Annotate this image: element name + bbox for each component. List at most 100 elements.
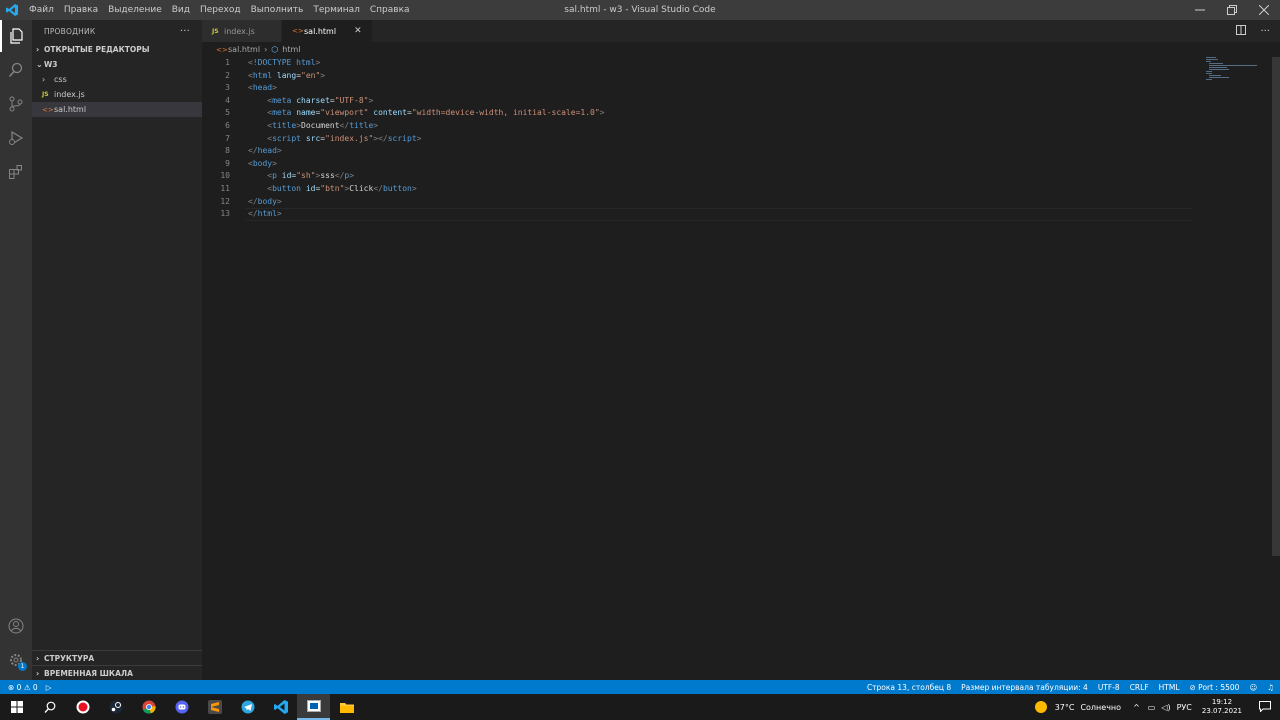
- code-line[interactable]: 1 <!DOCTYPE html>: [202, 57, 1192, 70]
- windows-start-icon[interactable]: [0, 694, 33, 720]
- minimize-icon[interactable]: [1184, 0, 1216, 20]
- explorer-title: ПРОВОДНИК: [44, 26, 96, 36]
- folder-w3-section[interactable]: ⌄ W3: [32, 57, 202, 72]
- discord-icon[interactable]: [165, 694, 198, 720]
- menu-selection[interactable]: Выделение: [103, 0, 167, 20]
- minimap[interactable]: [1206, 57, 1266, 97]
- activity-bar: 1: [0, 20, 32, 680]
- menu-terminal[interactable]: Терминал: [308, 0, 365, 20]
- sublime-text-icon[interactable]: [198, 694, 231, 720]
- search-icon[interactable]: [33, 694, 66, 720]
- vscode-logo-icon[interactable]: [0, 0, 24, 20]
- run-debug-icon[interactable]: [0, 122, 32, 154]
- source-control-icon[interactable]: [0, 88, 32, 120]
- cursor-position[interactable]: Строка 13, столбец 8: [867, 683, 951, 692]
- menu-edit[interactable]: Правка: [59, 0, 103, 20]
- clock[interactable]: 19:12 23.07.2021: [1202, 698, 1242, 716]
- keyboard-language[interactable]: РУС: [1177, 703, 1192, 712]
- run-icon[interactable]: ▷: [46, 683, 52, 692]
- code-line[interactable]: 3 <head>: [202, 82, 1192, 95]
- more-actions-icon[interactable]: ···: [180, 26, 190, 37]
- extensions-icon[interactable]: [0, 156, 32, 188]
- explorer-icon[interactable]: [0, 20, 32, 52]
- close-tab-icon[interactable]: ✕: [354, 26, 362, 36]
- code-line[interactable]: 5 <meta name="viewport" content="width=d…: [202, 107, 1192, 120]
- code-line[interactable]: 2 <html lang="en">: [202, 70, 1192, 83]
- tree-item-sal-html[interactable]: <> sal.html: [32, 102, 202, 117]
- account-icon[interactable]: [0, 610, 32, 642]
- line-code: <!DOCTYPE html>: [248, 57, 320, 70]
- code-line[interactable]: 7 <script src="index.js"></script>: [202, 133, 1192, 146]
- volume-icon[interactable]: ◁): [1161, 703, 1170, 712]
- menu-help[interactable]: Справка: [365, 0, 415, 20]
- breadcrumb-file[interactable]: sal.html: [228, 45, 260, 54]
- notifications-bell-icon[interactable]: ♫: [1267, 683, 1274, 692]
- code-line[interactable]: 8 </head>: [202, 145, 1192, 158]
- line-code: </body>: [248, 196, 282, 209]
- vertical-scrollbar[interactable]: [1272, 57, 1280, 556]
- problems-indicator[interactable]: ⊗ 0 ⚠ 0: [8, 683, 38, 692]
- indentation[interactable]: Размер интервала табуляции: 4: [961, 683, 1088, 692]
- manage-gear-icon[interactable]: 1: [0, 644, 32, 676]
- line-code: <html lang="en">: [248, 70, 325, 83]
- code-token: button: [272, 184, 301, 193]
- weather-text[interactable]: Солнечно: [1080, 703, 1121, 712]
- code-token: >: [272, 158, 277, 168]
- tab-index-js[interactable]: JS index.js: [202, 20, 282, 42]
- windows-taskbar: 37°C Солнечно ^ ▭ ◁) РУС 19:12 23.07.202…: [0, 694, 1280, 720]
- code-token: Document: [301, 121, 340, 130]
- structure-section[interactable]: › СТРУКТУРА: [32, 650, 202, 666]
- menu-bar: Файл Правка Выделение Вид Переход Выполн…: [24, 0, 415, 20]
- code-token: </: [248, 146, 258, 156]
- chevron-up-icon[interactable]: ^: [1133, 703, 1140, 712]
- chevron-right-icon: ›: [36, 45, 40, 54]
- menu-run[interactable]: Выполнить: [246, 0, 309, 20]
- weather-temp[interactable]: 37°C: [1055, 703, 1075, 712]
- vscode-taskbar-icon[interactable]: [264, 694, 297, 720]
- code-line[interactable]: 9 <body>: [202, 158, 1192, 171]
- code-token: head: [257, 146, 277, 156]
- code-token: "width=device-width, initial-scale=1.0": [411, 108, 600, 118]
- split-editor-icon[interactable]: [1236, 24, 1247, 38]
- code-line[interactable]: 11 <button id="btn">Click</button>: [202, 183, 1192, 196]
- telegram-icon[interactable]: [231, 694, 264, 720]
- sun-icon[interactable]: [1034, 701, 1047, 713]
- line-code: <meta charset="UTF-8">: [248, 95, 373, 108]
- code-token: "index.js": [325, 133, 374, 143]
- chrome-icon[interactable]: [132, 694, 165, 720]
- breadcrumb-symbol[interactable]: html: [282, 45, 300, 54]
- language-mode[interactable]: HTML: [1159, 683, 1180, 692]
- code-line[interactable]: 4 <meta charset="UTF-8">: [202, 95, 1192, 108]
- menu-view[interactable]: Вид: [167, 0, 195, 20]
- code-token: html: [296, 58, 316, 67]
- steam-icon[interactable]: [99, 694, 132, 720]
- live-server-port[interactable]: ⊘ Port : 5500: [1190, 683, 1240, 692]
- close-icon[interactable]: [1248, 0, 1280, 20]
- code-editor[interactable]: 1 <!DOCTYPE html> 2 <html lang="en"> 3 <head>…: [202, 57, 1280, 680]
- menu-go[interactable]: Переход: [195, 0, 246, 20]
- window-controls: [1184, 0, 1280, 20]
- active-window-icon[interactable]: [297, 694, 330, 720]
- file-explorer-icon[interactable]: [330, 694, 363, 720]
- search-icon[interactable]: [0, 54, 32, 86]
- encoding[interactable]: UTF-8: [1098, 683, 1120, 692]
- code-line[interactable]: 6 <title>Document</title>: [202, 120, 1192, 133]
- tree-item-css[interactable]: › css: [32, 72, 202, 87]
- code-line[interactable]: 13 </html>: [202, 208, 1192, 221]
- feedback-icon[interactable]: ☺: [1249, 683, 1257, 692]
- network-icon[interactable]: ▭: [1148, 703, 1156, 712]
- js-file-icon: JS: [212, 27, 219, 35]
- timeline-section[interactable]: › ВРЕМЕННАЯ ШКАЛА: [32, 665, 202, 681]
- tab-sal-html[interactable]: <> sal.html ✕: [282, 20, 373, 42]
- recorder-app-icon[interactable]: [66, 694, 99, 720]
- notification-center-icon[interactable]: [1250, 700, 1280, 714]
- menu-file[interactable]: Файл: [24, 0, 59, 20]
- end-of-line[interactable]: CRLF: [1130, 683, 1149, 692]
- code-line[interactable]: 12 </body>: [202, 196, 1192, 209]
- code-line[interactable]: 10 <p id="sh">sss</p>: [202, 170, 1192, 183]
- more-actions-icon[interactable]: ···: [1260, 26, 1270, 37]
- open-editors-section[interactable]: › ОТКРЫТЫЕ РЕДАКТОРЫ: [32, 42, 202, 57]
- tree-item-index-js[interactable]: JS index.js: [32, 87, 202, 102]
- restore-icon[interactable]: [1216, 0, 1248, 20]
